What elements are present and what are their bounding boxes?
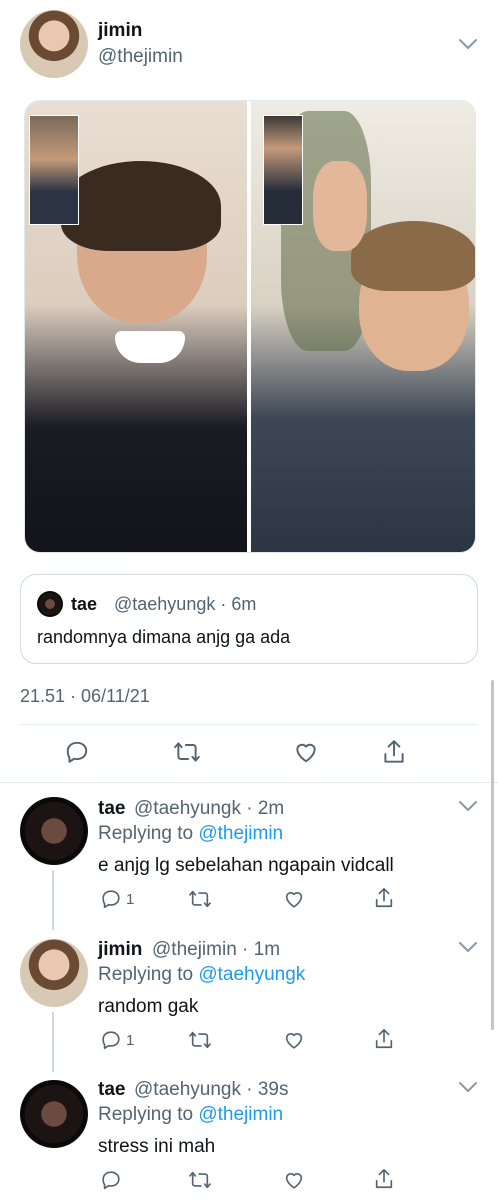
photo-hand bbox=[313, 161, 367, 251]
quoted-author-avatar bbox=[37, 591, 63, 617]
tweet-media[interactable] bbox=[24, 100, 476, 553]
like-button[interactable] bbox=[282, 1169, 306, 1191]
quoted-author-name: tae bbox=[71, 594, 98, 614]
reply-icon bbox=[102, 890, 120, 909]
reply-text: e anjg lg sebelahan ngapain vidcall bbox=[98, 855, 394, 876]
share-button[interactable] bbox=[381, 738, 407, 766]
reply-text: stress ini mah bbox=[98, 1136, 216, 1157]
scrollbar[interactable] bbox=[491, 680, 494, 1030]
reply-icon bbox=[66, 741, 88, 763]
main-author-handle[interactable]: @thejimin bbox=[98, 46, 183, 68]
retweet-icon bbox=[174, 742, 200, 762]
retweet-icon bbox=[189, 1171, 211, 1189]
share-icon bbox=[375, 1029, 393, 1049]
reply-author-handle[interactable]: @taehyungk · 39s bbox=[134, 1079, 289, 1101]
retweet-icon bbox=[189, 1031, 211, 1049]
quoted-tweet-text: randomnya dimana anjg ga ada bbox=[37, 627, 291, 647]
divider bbox=[0, 782, 498, 783]
photo-hair bbox=[61, 161, 221, 251]
like-icon bbox=[296, 743, 316, 763]
chevron-down-icon[interactable] bbox=[458, 941, 478, 953]
reply-button[interactable]: 1 bbox=[100, 1029, 134, 1051]
chevron-down-icon[interactable] bbox=[458, 38, 478, 50]
like-icon bbox=[285, 1033, 303, 1049]
media-photo-right[interactable] bbox=[251, 101, 475, 552]
share-button[interactable] bbox=[373, 886, 395, 910]
reply-author-avatar[interactable] bbox=[20, 797, 88, 865]
like-button[interactable] bbox=[292, 739, 320, 765]
media-photo-left[interactable] bbox=[25, 101, 247, 552]
reply-author-name[interactable]: tae bbox=[98, 1079, 125, 1101]
retweet-icon bbox=[189, 890, 211, 908]
like-button[interactable] bbox=[282, 888, 306, 910]
mention-link[interactable]: @thejimin bbox=[198, 823, 283, 844]
chevron-down-icon[interactable] bbox=[458, 1081, 478, 1093]
reply-button[interactable] bbox=[100, 1169, 126, 1191]
replying-to: Replying to @thejimin bbox=[98, 823, 284, 844]
replying-to: Replying to @thejimin bbox=[98, 1104, 284, 1125]
divider bbox=[20, 724, 478, 725]
reply-author-avatar[interactable] bbox=[20, 1080, 88, 1148]
share-button[interactable] bbox=[373, 1167, 395, 1191]
reply-count: 1 bbox=[126, 890, 135, 908]
replying-to: Replying to @taehyungk bbox=[98, 964, 306, 985]
like-button[interactable] bbox=[282, 1029, 306, 1051]
reply-text: random gak bbox=[98, 996, 199, 1017]
main-author-name[interactable]: jimin bbox=[98, 20, 142, 42]
like-icon bbox=[285, 1173, 303, 1189]
reply-author-name[interactable]: tae bbox=[98, 798, 125, 820]
retweet-button[interactable] bbox=[173, 739, 201, 765]
reply-author-handle[interactable]: @taehyungk · 2m bbox=[134, 798, 284, 820]
main-author-avatar[interactable] bbox=[20, 10, 88, 78]
share-icon bbox=[384, 740, 404, 763]
quoted-tweet[interactable]: tae @taehyungk · 6m randomnya dimana anj… bbox=[20, 574, 478, 664]
retweet-button[interactable] bbox=[188, 1169, 212, 1191]
reply-icon bbox=[102, 1031, 120, 1050]
share-button[interactable] bbox=[373, 1027, 395, 1051]
photo-hair bbox=[351, 221, 475, 291]
reply-author-name[interactable]: jimin bbox=[98, 939, 142, 961]
tweet-timestamp[interactable]: 21.51 · 06/11/21 bbox=[20, 686, 150, 707]
quoted-author-handle: @taehyungk · 6m bbox=[114, 594, 257, 614]
thread-line bbox=[52, 1012, 54, 1072]
chevron-down-icon[interactable] bbox=[458, 800, 478, 812]
mention-link[interactable]: @taehyungk bbox=[198, 964, 305, 985]
thread-line bbox=[52, 870, 54, 930]
reply-button[interactable] bbox=[64, 739, 90, 765]
reply-author-avatar[interactable] bbox=[20, 939, 88, 1007]
like-icon bbox=[285, 892, 303, 908]
share-icon bbox=[375, 888, 393, 908]
pip-video-left bbox=[29, 115, 79, 225]
reply-icon bbox=[102, 1171, 120, 1190]
reply-count: 1 bbox=[126, 1031, 135, 1049]
photo-smile bbox=[115, 331, 185, 363]
reply-button[interactable]: 1 bbox=[100, 888, 134, 910]
retweet-button[interactable] bbox=[188, 1029, 212, 1051]
reply-author-handle[interactable]: @thejimin · 1m bbox=[152, 939, 280, 961]
mention-link[interactable]: @thejimin bbox=[198, 1104, 283, 1125]
share-icon bbox=[375, 1169, 393, 1189]
pip-video-right bbox=[263, 115, 303, 225]
retweet-button[interactable] bbox=[188, 888, 212, 910]
